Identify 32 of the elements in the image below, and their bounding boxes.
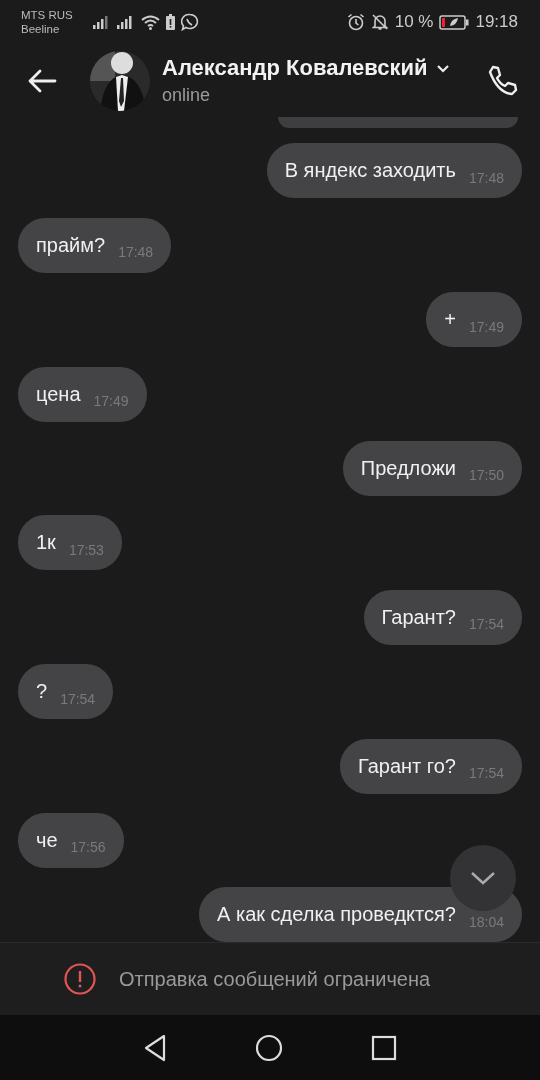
- signal-icon: [92, 15, 111, 29]
- battery-icon: [439, 14, 470, 30]
- carrier-name: MTS RUS: [21, 8, 73, 22]
- message-text: Предложи: [360, 456, 456, 480]
- chevron-down-icon[interactable]: [435, 63, 450, 73]
- alert-icon: [64, 963, 96, 995]
- message-text: прайм?: [36, 233, 106, 257]
- message-text: че: [36, 828, 58, 852]
- clock-time: 19:18: [475, 12, 518, 32]
- message-text: цена: [36, 382, 81, 406]
- muted-bell-icon: [370, 13, 389, 31]
- home-icon[interactable]: [255, 1033, 283, 1062]
- message-text: 1к: [36, 531, 56, 555]
- message-text: ?: [36, 680, 48, 704]
- recents-icon[interactable]: [371, 1034, 397, 1061]
- message-text: А как сделка проведктся?: [217, 903, 456, 927]
- back-arrow-icon[interactable]: [27, 68, 57, 93]
- battery-percent: 10 %: [394, 12, 434, 32]
- alarm-icon: [346, 13, 365, 31]
- contact-name[interactable]: Александр Ковалевский: [162, 55, 428, 81]
- chat-bubble-icon: [180, 13, 199, 31]
- contact-status: online: [162, 85, 212, 106]
- carrier-name: Beeline: [21, 22, 61, 36]
- battery-alert-icon: [165, 14, 175, 30]
- message-text: +: [444, 308, 456, 332]
- message-text: Гарант?: [381, 605, 456, 629]
- message-text: Гарант го?: [358, 754, 456, 778]
- message-text: В яндекс заходить: [284, 159, 456, 183]
- wifi-icon: [140, 14, 160, 30]
- notice-text: Отправка сообщений ограничена: [119, 967, 431, 991]
- signal-icon: [116, 15, 135, 29]
- back-icon[interactable]: [143, 1033, 167, 1062]
